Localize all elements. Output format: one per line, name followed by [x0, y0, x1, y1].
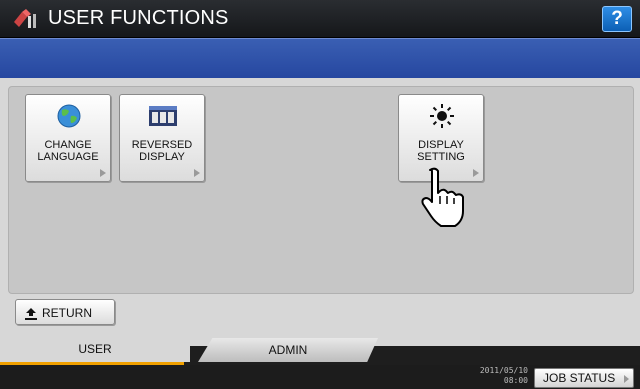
user-functions-icon: [14, 9, 36, 28]
date-time: 2011/05/10 08:00: [480, 366, 528, 386]
tab-bar: USER ADMIN: [0, 336, 640, 362]
chevron-right-icon: [624, 375, 629, 383]
tab-user[interactable]: USER: [0, 336, 190, 362]
return-arrow-icon: [25, 308, 37, 320]
reversed-display-icon: [149, 106, 177, 126]
date-text: 2011/05/10: [479, 366, 528, 375]
reversed-display-label: REVERSED DISPLAY: [131, 139, 193, 163]
title-bar: USER FUNCTIONS ?: [0, 0, 640, 38]
change-language-label: CHANGE LANGUAGE: [37, 139, 99, 163]
return-button[interactable]: RETURN: [15, 299, 115, 325]
tab-admin[interactable]: ADMIN: [198, 338, 378, 362]
header-band: [0, 38, 640, 78]
help-button[interactable]: ?: [602, 6, 632, 32]
time-text: 08:00: [503, 376, 528, 385]
change-language-button[interactable]: CHANGE LANGUAGE: [25, 94, 111, 182]
reversed-display-button[interactable]: REVERSED DISPLAY: [119, 94, 205, 182]
status-bar: 2011/05/10 08:00 JOB STATUS: [0, 365, 640, 389]
page-title: USER FUNCTIONS: [48, 7, 229, 29]
chevron-right-icon: [100, 169, 106, 177]
hand-pointer-icon: [421, 167, 464, 227]
job-status-label: JOB STATUS: [543, 371, 616, 385]
brightness-icon: [430, 104, 454, 128]
globe-icon: [57, 104, 81, 128]
return-label: RETURN: [42, 306, 92, 320]
job-status-button[interactable]: JOB STATUS: [534, 368, 634, 388]
chevron-right-icon: [473, 169, 479, 177]
function-area: CHANGE LANGUAGE REVERSED DISPLAY DISPLAY…: [8, 86, 634, 294]
chevron-right-icon: [194, 169, 200, 177]
display-setting-label: DISPLAY SETTING: [417, 139, 465, 163]
